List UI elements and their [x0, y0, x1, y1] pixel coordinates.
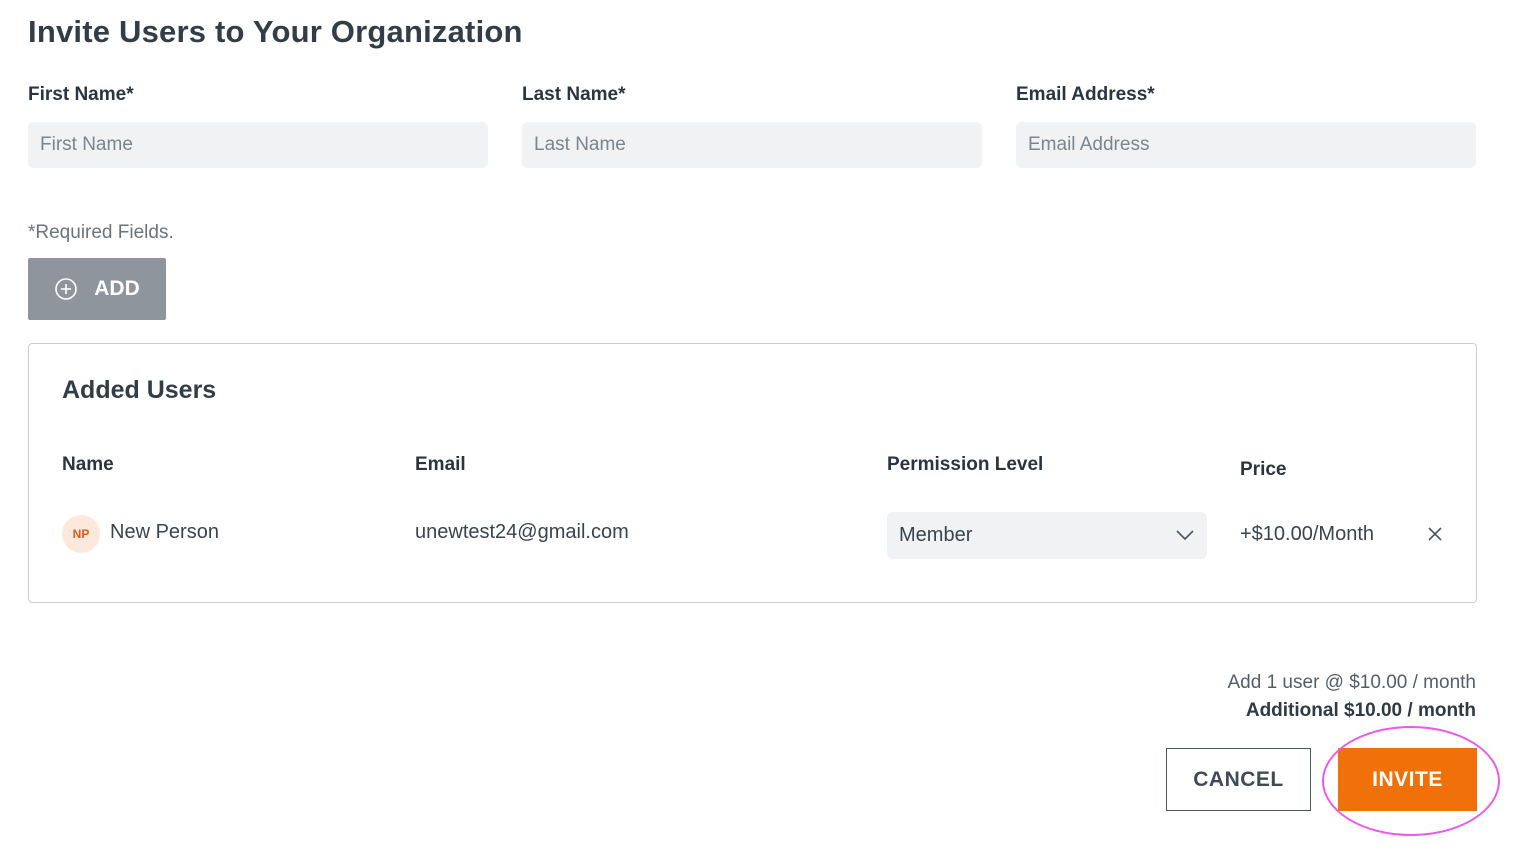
- user-price: +$10.00/Month: [1240, 523, 1374, 545]
- add-user-button[interactable]: ADD: [28, 258, 166, 320]
- column-header-email: Email: [415, 454, 466, 475]
- user-name: New Person: [110, 521, 219, 543]
- added-users-panel: Added Users Name Email Permission Level …: [28, 343, 1477, 603]
- invite-button[interactable]: INVITE: [1338, 748, 1477, 811]
- first-name-input[interactable]: [28, 122, 488, 168]
- summary-additional-cost: Additional $10.00 / month: [1245, 700, 1476, 721]
- last-name-label: Last Name*: [522, 84, 626, 105]
- column-header-name: Name: [62, 454, 114, 475]
- column-header-permission: Permission Level: [887, 454, 1044, 475]
- added-users-title: Added Users: [62, 376, 217, 404]
- avatar: NP: [62, 515, 100, 553]
- page-title: Invite Users to Your Organization: [28, 14, 523, 49]
- column-header-price: Price: [1240, 459, 1287, 480]
- chevron-down-icon: [1175, 524, 1195, 547]
- user-email: unewtest24@gmail.com: [415, 521, 629, 543]
- plus-circle-icon: [54, 277, 78, 301]
- close-icon[interactable]: [1425, 524, 1445, 544]
- permission-level-select[interactable]: Member: [887, 512, 1207, 559]
- email-input[interactable]: [1016, 122, 1476, 168]
- cancel-button[interactable]: CANCEL: [1166, 748, 1311, 811]
- first-name-label: First Name*: [28, 84, 134, 105]
- last-name-input[interactable]: [522, 122, 982, 168]
- invite-users-page: Invite Users to Your Organization First …: [0, 0, 1536, 863]
- summary-user-count: Add 1 user @ $10.00 / month: [1227, 672, 1477, 693]
- required-fields-note: *Required Fields.: [28, 222, 174, 243]
- permission-level-value: Member: [899, 524, 973, 546]
- email-label: Email Address*: [1016, 84, 1155, 105]
- add-button-label: ADD: [94, 277, 140, 300]
